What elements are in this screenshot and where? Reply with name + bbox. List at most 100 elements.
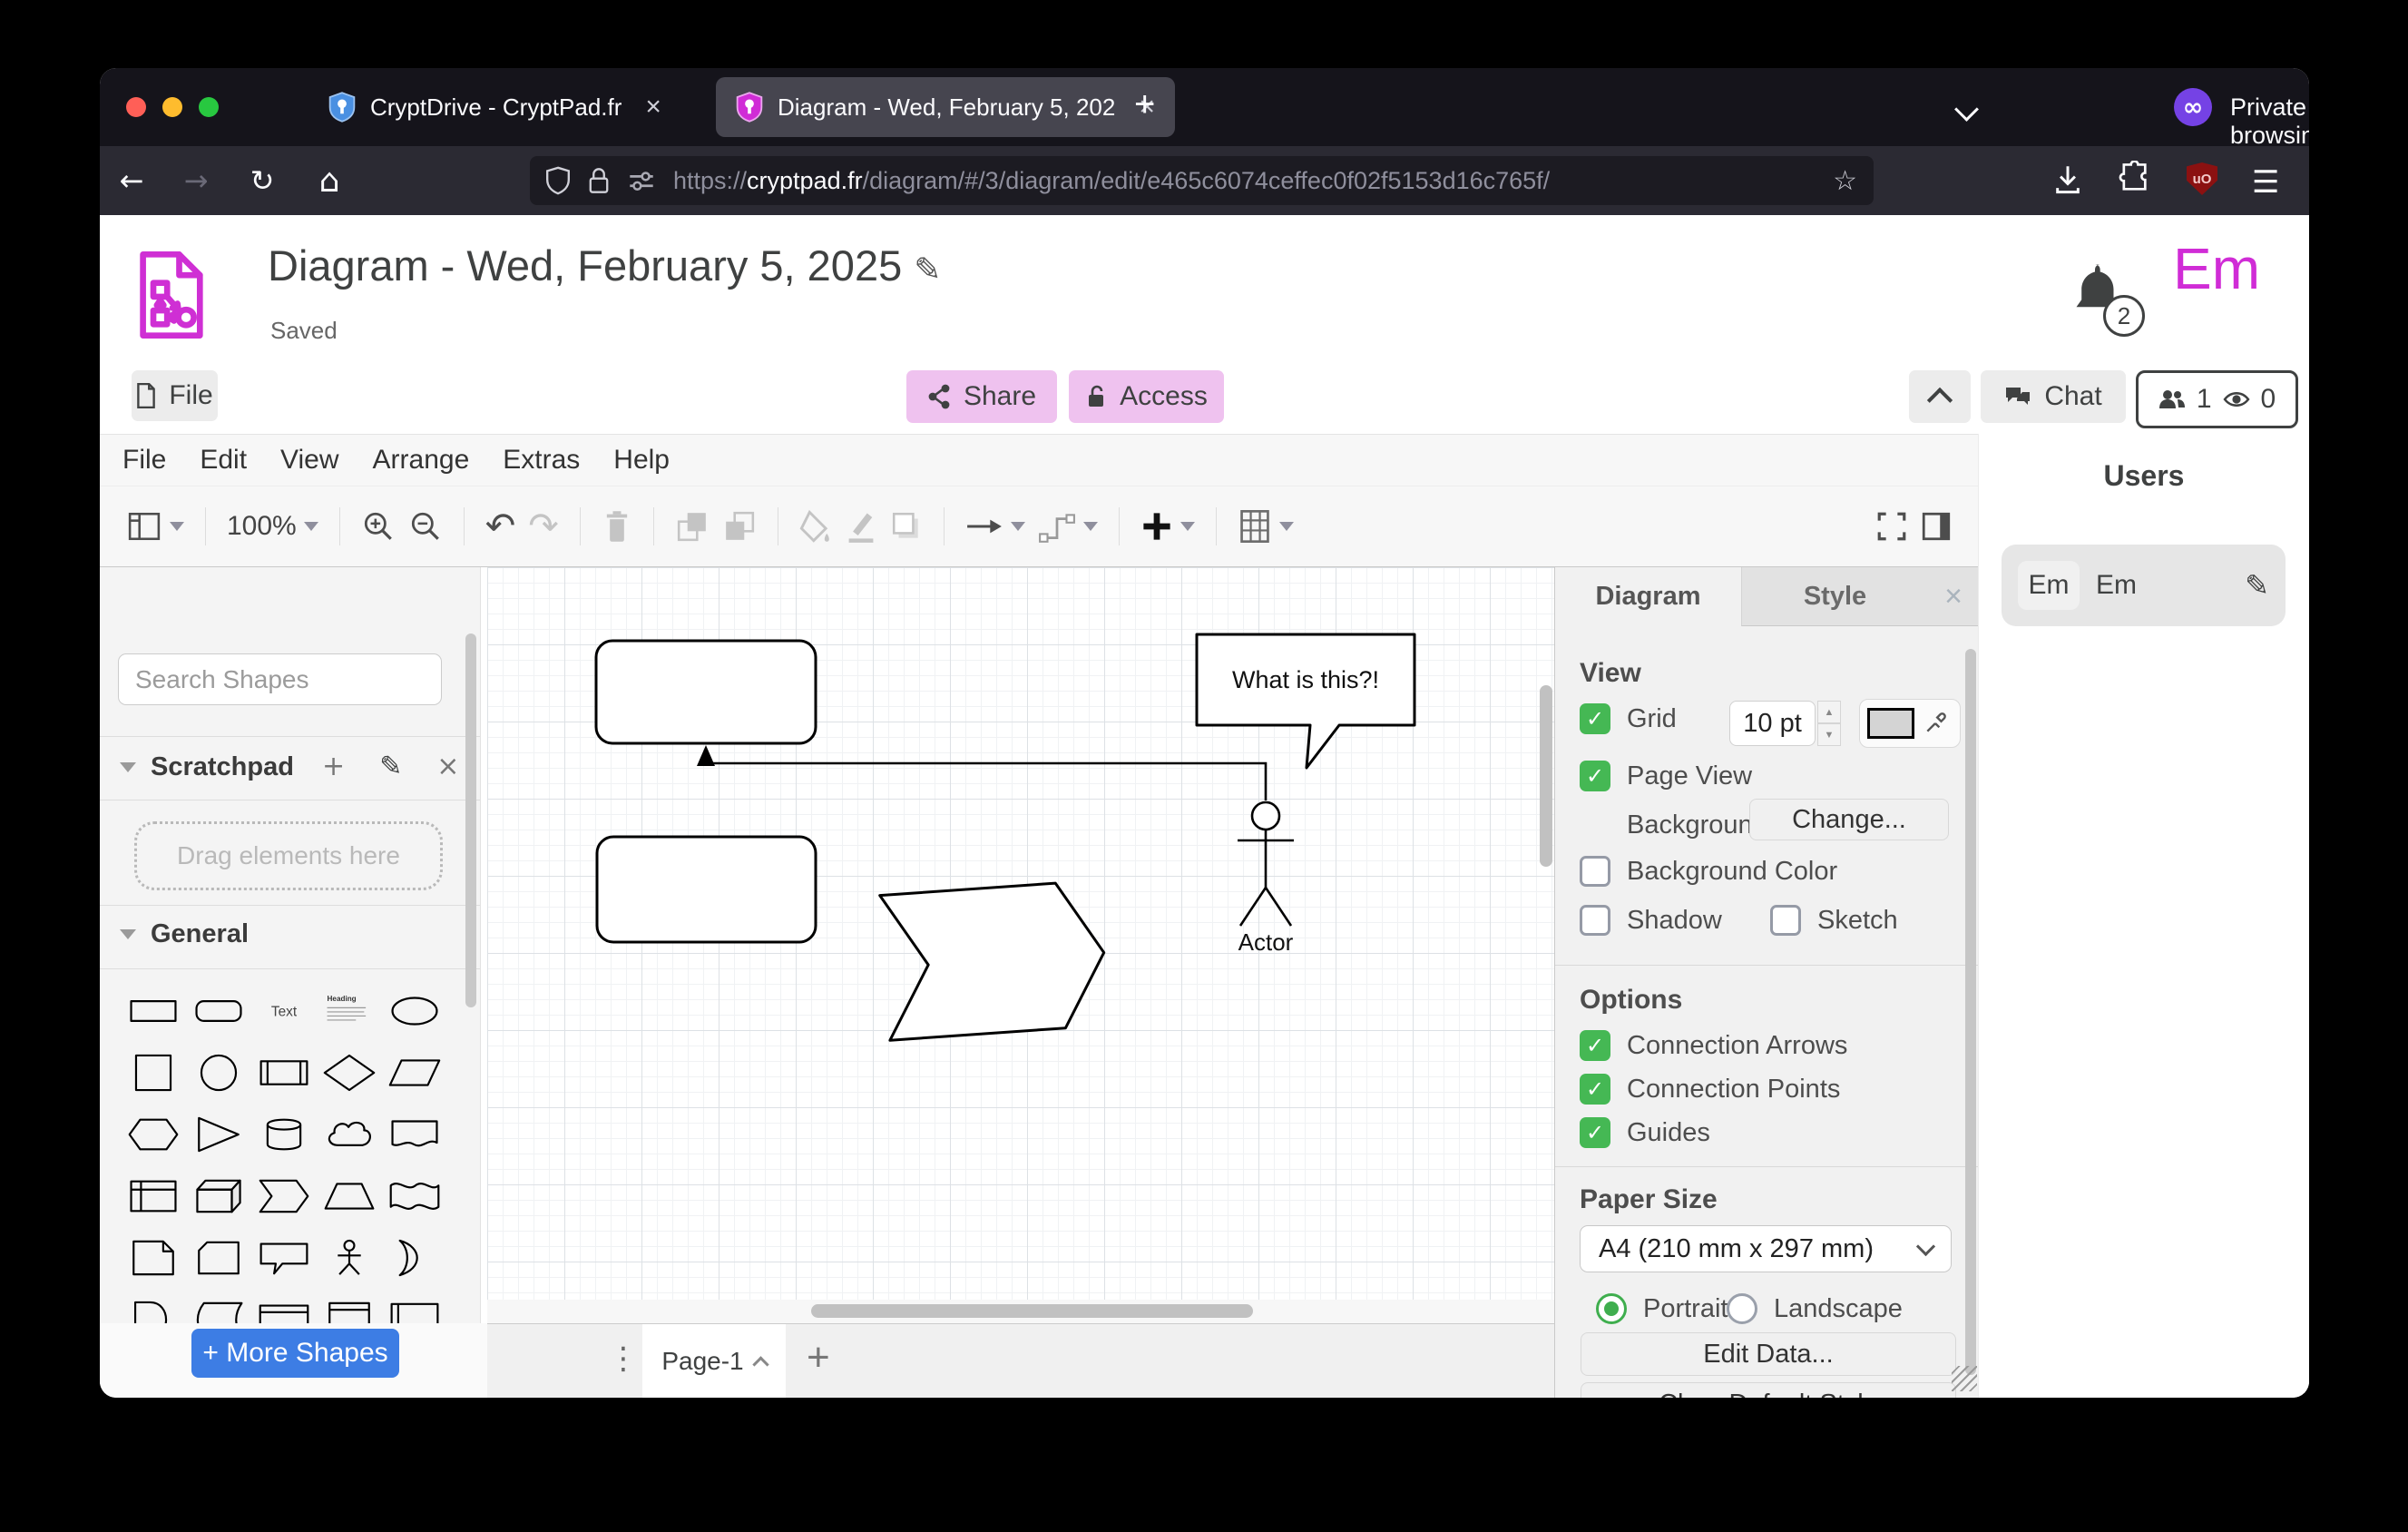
bookmark-star-icon[interactable]: ☆ <box>1833 165 1857 197</box>
connection-arrows-checkbox[interactable]: ✓ <box>1580 1030 1610 1061</box>
scratchpad-add-icon[interactable]: + <box>322 751 345 782</box>
tab-cryptdrive[interactable]: CryptDrive - CryptPad.fr × <box>328 68 661 146</box>
page-view-checkbox[interactable]: ✓ <box>1580 761 1610 791</box>
shape-tape[interactable] <box>382 1165 447 1227</box>
macos-minimize-button[interactable] <box>162 97 182 117</box>
url-bar[interactable]: https://cryptpad.fr/diagram/#/3/diagram/… <box>530 156 1874 205</box>
menu-hamburger-icon[interactable]: ☰ <box>2252 164 2279 201</box>
shape-trapezoid[interactable] <box>317 1165 382 1227</box>
redo-button[interactable]: ↷ <box>528 506 559 547</box>
menu-item-view[interactable]: View <box>280 445 338 476</box>
shape-actor[interactable] <box>317 1227 382 1289</box>
shape-text[interactable]: Text <box>251 980 317 1042</box>
insert-button[interactable] <box>1140 510 1195 543</box>
shape-step[interactable] <box>251 1165 317 1227</box>
extensions-puzzle-icon[interactable] <box>2118 161 2150 195</box>
guides-checkbox[interactable]: ✓ <box>1580 1117 1610 1148</box>
shape-rounded-rectangle[interactable] <box>186 980 251 1042</box>
view-layout-button[interactable] <box>126 510 184 543</box>
shape-hexagon[interactable] <box>121 1104 186 1165</box>
sketch-checkbox[interactable] <box>1770 905 1801 936</box>
menu-item-file[interactable]: File <box>122 445 166 476</box>
table-button[interactable] <box>1238 508 1294 545</box>
add-page-button[interactable]: + <box>807 1335 830 1380</box>
shape-note[interactable] <box>121 1227 186 1289</box>
zoom-level-button[interactable]: 100% <box>227 511 318 542</box>
canvas-hscroll-thumb[interactable] <box>811 1304 1253 1318</box>
permissions-icon[interactable] <box>628 169 655 192</box>
shape-ellipse[interactable] <box>382 980 447 1042</box>
panel-close-icon[interactable]: × <box>1928 567 1978 626</box>
undo-button[interactable]: ↶ <box>485 506 516 547</box>
document-title[interactable]: Diagram - Wed, February 5, 2025 ✎ <box>268 241 941 290</box>
fullscreen-button[interactable] <box>1875 510 1908 543</box>
shape-cube[interactable] <box>186 1165 251 1227</box>
macos-zoom-button[interactable] <box>199 97 219 117</box>
shape-cylinder[interactable] <box>251 1104 317 1165</box>
grid-checkbox[interactable]: ✓ <box>1580 703 1610 734</box>
shape-document[interactable] <box>382 1104 447 1165</box>
canvas-hscroll-track[interactable] <box>487 1300 1554 1323</box>
edit-user-pencil-icon[interactable]: ✎ <box>2245 568 2269 603</box>
menu-item-help[interactable]: Help <box>613 445 670 476</box>
to-front-button[interactable] <box>675 510 710 543</box>
shape-search-box[interactable] <box>118 653 442 705</box>
background-change-button[interactable]: Change... <box>1749 799 1949 840</box>
shape-rounded-rect-2[interactable] <box>597 837 816 942</box>
shape-and[interactable] <box>121 1289 186 1323</box>
tab-diagram-active[interactable]: Diagram - Wed, February 5, 202 × <box>716 77 1175 137</box>
downloads-button[interactable] <box>2052 162 2083 197</box>
access-button[interactable]: Access <box>1069 370 1224 423</box>
menu-item-extras[interactable]: Extras <box>503 445 580 476</box>
background-color-checkbox[interactable] <box>1580 856 1610 887</box>
connection-points-row[interactable]: ✓ Connection Points <box>1580 1074 1840 1105</box>
shape-container[interactable] <box>251 1289 317 1323</box>
home-button[interactable]: ⌂ <box>296 162 363 200</box>
shape-card[interactable] <box>186 1227 251 1289</box>
connection-points-checkbox[interactable]: ✓ <box>1580 1074 1610 1105</box>
page-view-checkbox-row[interactable]: ✓ Page View <box>1580 761 1752 791</box>
shadow-checkbox-row[interactable]: Shadow <box>1580 905 1722 936</box>
file-button[interactable]: File <box>132 370 218 421</box>
shape-triangle[interactable] <box>186 1104 251 1165</box>
waypoints-button[interactable] <box>1038 509 1098 544</box>
shape-vertical-container[interactable] <box>317 1289 382 1323</box>
shape-heading[interactable]: Heading <box>317 980 382 1042</box>
panel-resize-handle[interactable] <box>1952 1366 1977 1391</box>
portrait-radio[interactable] <box>1596 1293 1627 1324</box>
paper-size-select[interactable]: A4 (210 mm x 297 mm) <box>1580 1225 1952 1272</box>
page-tab[interactable]: Page-1 <box>642 1324 786 1398</box>
grid-checkbox-row[interactable]: ✓ Grid <box>1580 703 1677 734</box>
sketch-checkbox-row[interactable]: Sketch <box>1770 905 1898 936</box>
list-tabs-button[interactable] <box>1958 101 1975 118</box>
shape-speech-bubble[interactable] <box>1197 634 1414 768</box>
menu-item-edit[interactable]: Edit <box>200 445 247 476</box>
shadow-checkbox[interactable] <box>1580 905 1610 936</box>
lock-icon[interactable] <box>588 167 610 194</box>
reload-button[interactable]: ↻ <box>229 163 296 198</box>
guides-row[interactable]: ✓ Guides <box>1580 1117 1710 1148</box>
shape-rectangle[interactable] <box>121 980 186 1042</box>
zoom-out-button[interactable] <box>408 509 443 544</box>
line-color-button[interactable] <box>845 509 877 544</box>
sidebar-scrollbar[interactable] <box>465 633 476 1007</box>
connection-button[interactable] <box>965 513 1025 540</box>
scratchpad-drop-zone[interactable]: Drag elements here <box>134 821 443 890</box>
scratchpad-section-header[interactable]: Scratchpad <box>120 752 294 782</box>
fill-color-button[interactable] <box>799 509 832 544</box>
stepper-up-icon[interactable]: ▲ <box>1817 701 1841 723</box>
new-tab-button[interactable]: + <box>1134 84 1155 125</box>
zoom-in-button[interactable] <box>361 509 396 544</box>
account-avatar[interactable]: Em <box>2173 235 2260 302</box>
shape-diamond[interactable] <box>317 1042 382 1104</box>
edit-title-pencil-icon[interactable]: ✎ <box>914 251 941 289</box>
connection-arrows-row[interactable]: ✓ Connection Arrows <box>1580 1030 1847 1061</box>
speech-bubble-text[interactable]: What is this?! <box>1232 666 1379 693</box>
shape-square[interactable] <box>121 1042 186 1104</box>
delete-button[interactable] <box>602 509 632 544</box>
shape-process[interactable] <box>251 1042 317 1104</box>
share-button[interactable]: Share <box>906 370 1057 423</box>
landscape-radio-row[interactable]: Landscape <box>1727 1293 1903 1324</box>
scratchpad-edit-icon[interactable]: ✎ <box>379 751 402 782</box>
canvas-grid[interactable]: What is this?! Actor <box>487 567 1554 1300</box>
